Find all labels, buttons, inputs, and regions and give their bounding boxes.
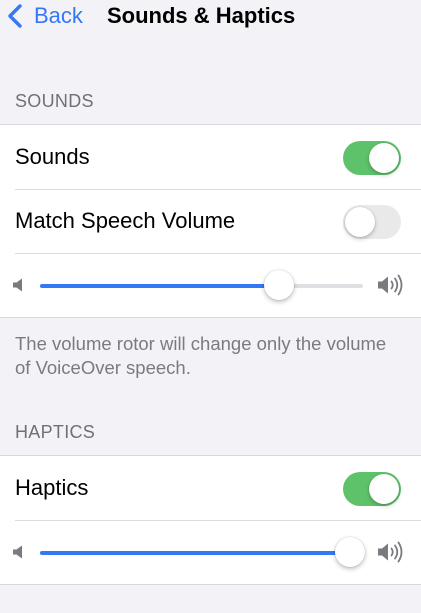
sounds-label: Sounds xyxy=(15,144,90,169)
chevron-left-icon xyxy=(8,4,22,28)
match-speech-volume-row: Match Speech Volume xyxy=(0,189,421,253)
speech-volume-slider-row xyxy=(0,253,421,317)
slider-fill xyxy=(40,284,280,288)
back-button[interactable]: Back xyxy=(6,2,83,30)
haptics-intensity-slider[interactable] xyxy=(40,537,366,567)
haptics-toggle[interactable] xyxy=(343,472,401,506)
sounds-toggle[interactable] xyxy=(343,141,401,175)
haptics-group: Haptics xyxy=(0,455,421,585)
haptics-section-header: HAPTICS xyxy=(15,422,96,442)
sounds-section-header: SOUNDS xyxy=(15,91,94,111)
page-title: Sounds & Haptics xyxy=(107,3,296,28)
slider-thumb[interactable] xyxy=(264,270,295,300)
toggle-knob xyxy=(369,143,399,173)
slider-fill xyxy=(40,551,351,555)
speaker-low-icon xyxy=(13,278,22,292)
toggle-knob xyxy=(369,474,399,504)
sounds-group: Sounds Match Speech Volume xyxy=(0,124,421,318)
speaker-high-icon xyxy=(378,541,403,563)
back-label: Back xyxy=(34,3,83,28)
speaker-low-icon xyxy=(13,545,22,559)
volume-rotor-footnote: The volume rotor will change only the vo… xyxy=(15,333,387,378)
sounds-row: Sounds xyxy=(0,125,421,189)
haptics-slider-row xyxy=(0,520,421,584)
toggle-knob xyxy=(345,207,375,237)
haptics-label: Haptics xyxy=(15,475,89,500)
match-speech-volume-label: Match Speech Volume xyxy=(15,208,236,233)
speaker-high-icon xyxy=(378,274,403,296)
navigation-bar: Back Sounds & Haptics xyxy=(0,0,421,36)
speech-volume-slider[interactable] xyxy=(40,270,363,300)
haptics-row: Haptics xyxy=(0,456,421,520)
slider-thumb[interactable] xyxy=(335,537,366,567)
match-speech-volume-toggle[interactable] xyxy=(343,205,401,239)
